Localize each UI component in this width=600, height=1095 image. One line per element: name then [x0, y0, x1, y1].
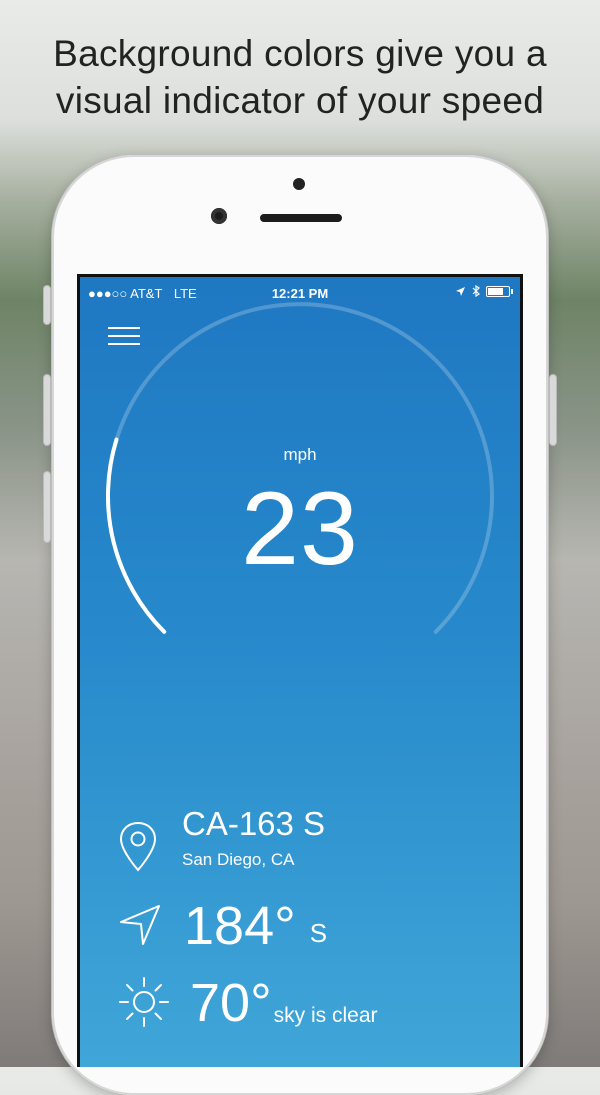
headline-line-2: visual indicator of your speed — [55, 80, 545, 121]
city-name: San Diego, CA — [182, 850, 295, 869]
promo-headline: Background colors give you a visual indi… — [0, 30, 600, 124]
map-pin-icon — [119, 821, 157, 872]
phone-mute-switch — [44, 286, 50, 324]
temperature: 70° — [190, 973, 272, 1033]
heading-row: 184° S — [118, 897, 327, 955]
phone-volume-down — [44, 472, 50, 542]
phone-volume-up — [44, 375, 50, 445]
app-screen: ●●●○○ AT&T LTE 12:21 PM mph 23 CA-163 S … — [77, 274, 523, 1067]
road-name: CA-163 S — [182, 805, 326, 842]
navigation-arrow-icon — [120, 905, 160, 945]
phone-front-camera — [211, 208, 227, 224]
headline-line-1: Background colors give you a — [53, 33, 547, 74]
phone-proximity-sensor — [293, 178, 305, 190]
weather-condition: sky is clear — [273, 1004, 378, 1027]
weather-row: 70° sky is clear — [118, 974, 378, 1032]
location-row: CA-163 S San Diego, CA — [118, 805, 326, 872]
phone-power-button — [550, 375, 556, 445]
phone-earpiece — [260, 214, 342, 222]
sun-icon — [119, 977, 169, 1027]
speed-value: 23 — [241, 471, 359, 587]
heading-direction: S — [309, 918, 328, 948]
heading-degrees: 184° — [184, 896, 296, 956]
speed-unit: mph — [283, 445, 317, 464]
